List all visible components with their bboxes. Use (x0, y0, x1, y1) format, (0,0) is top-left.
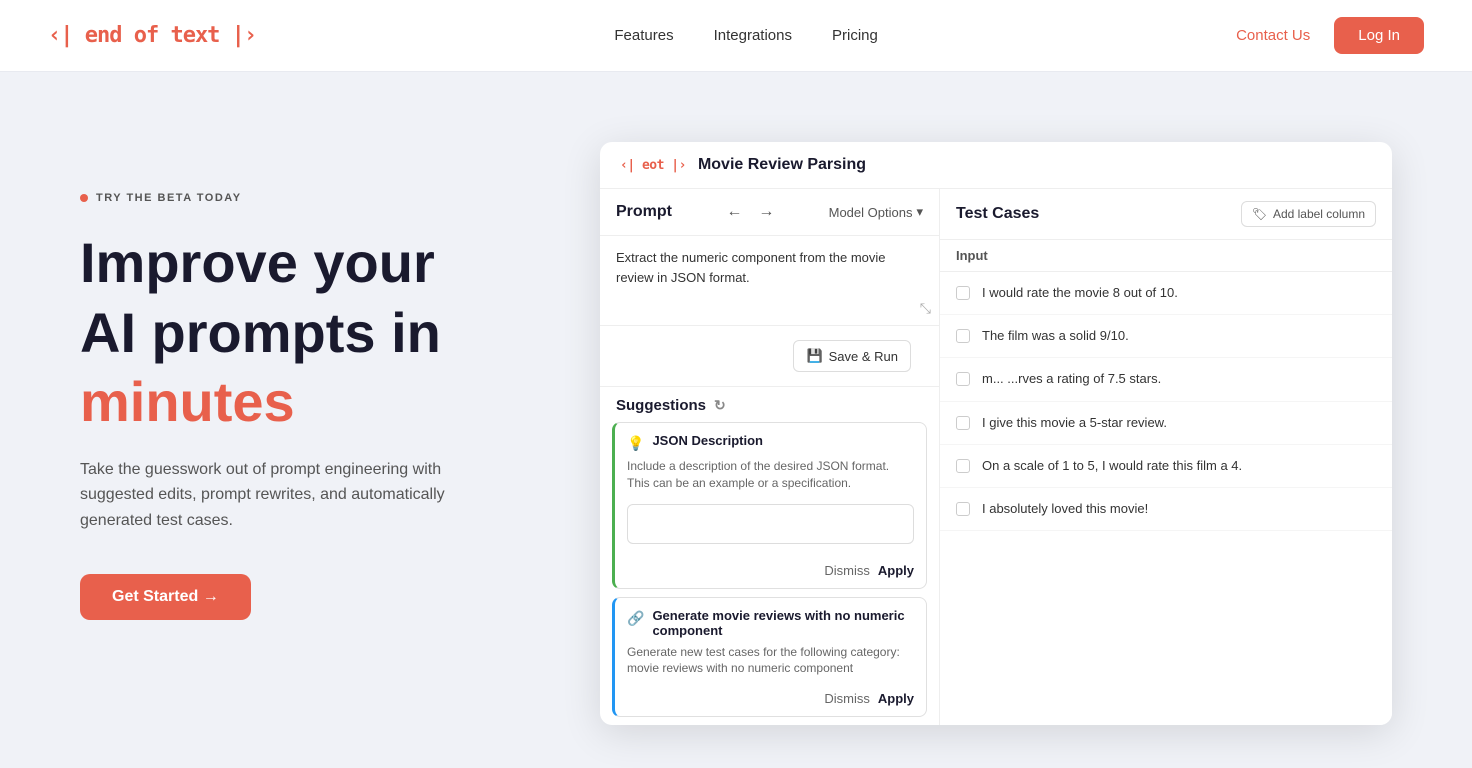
next-prompt-button[interactable]: → (754, 201, 778, 223)
prompt-nav: ← → (722, 201, 778, 223)
right-panel: Test Cases 🏷 Add label column Input I wo… (940, 189, 1392, 725)
hero-title: Improve your AI prompts in minutes (80, 232, 560, 433)
test-text-3: m... ...rves a rating of 7.5 stars. (982, 370, 1161, 388)
save-run-button[interactable]: 💾 Save & Run (793, 340, 911, 372)
model-options-button[interactable]: Model Options ▾ (829, 204, 923, 220)
expand-icon[interactable]: ⤡ (920, 300, 931, 317)
suggestion-json-desc: Include a description of the desired JSO… (615, 458, 926, 500)
test-text-6: I absolutely loved this movie! (982, 500, 1148, 518)
input-column-header: Input (940, 240, 1392, 272)
nav-link-features[interactable]: Features (614, 27, 673, 44)
test-cases-header: Test Cases 🏷 Add label column (940, 189, 1392, 240)
test-checkbox-2[interactable] (956, 329, 970, 343)
model-options-label: Model Options (829, 205, 913, 220)
prompt-header: Prompt ← → Model Options ▾ (600, 189, 939, 236)
suggestion-json-dismiss[interactable]: Dismiss (824, 563, 870, 578)
test-checkbox-4[interactable] (956, 416, 970, 430)
test-text-2: The film was a solid 9/10. (982, 327, 1129, 345)
hero-title-accent: minutes (80, 371, 560, 433)
table-row: On a scale of 1 to 5, I would rate this … (940, 445, 1392, 488)
save-run-label: Save & Run (829, 349, 898, 364)
suggestion-json-apply[interactable]: Apply (878, 563, 914, 578)
get-started-button[interactable]: Get Started → (80, 574, 251, 620)
test-cases-label: Test Cases (956, 205, 1039, 223)
login-button[interactable]: Log In (1334, 17, 1424, 54)
app-header: ‹| eot |› Movie Review Parsing (600, 142, 1392, 189)
hero-section: TRY THE BETA TODAY Improve your AI promp… (0, 72, 1472, 768)
suggestion-json-header: 💡 JSON Description (615, 423, 926, 458)
table-row: I would rate the movie 8 out of 10. (940, 272, 1392, 315)
hero-left: TRY THE BETA TODAY Improve your AI promp… (80, 132, 560, 620)
suggestion-generate-header: 🔗 Generate movie reviews with no numeric… (615, 598, 926, 644)
table-row: I give this movie a 5-star review. (940, 402, 1392, 445)
suggestion-json-title: JSON Description (652, 433, 763, 448)
beta-text: TRY THE BETA TODAY (96, 192, 242, 204)
app-logo-small: ‹| eot |› (620, 158, 686, 173)
suggestion-generate-actions: Dismiss Apply (615, 685, 926, 716)
suggestion-generate-apply[interactable]: Apply (878, 691, 914, 706)
prompt-area: Extract the numeric component from the m… (600, 236, 939, 326)
hero-subtitle: Take the guesswork out of prompt enginee… (80, 457, 500, 534)
beta-dot (80, 194, 88, 202)
hero-title-line1: Improve your (80, 232, 560, 294)
test-checkbox-5[interactable] (956, 459, 970, 473)
test-checkbox-1[interactable] (956, 286, 970, 300)
suggestion-generate-title: Generate movie reviews with no numeric c… (652, 608, 914, 638)
prompt-text: Extract the numeric component from the m… (616, 248, 923, 287)
suggestion-json-input[interactable] (627, 504, 914, 544)
tag-icon: 🏷 (1252, 207, 1267, 221)
suggestions-label: Suggestions (616, 397, 706, 414)
add-label-text: Add label column (1273, 207, 1365, 221)
nav-link-pricing[interactable]: Pricing (832, 27, 878, 44)
suggestion-card-json: 💡 JSON Description Include a description… (612, 422, 927, 589)
navbar: ‹| end of text |› Features Integrations … (0, 0, 1472, 72)
suggestions-header: Suggestions ↻ (600, 387, 939, 422)
link-icon: 🔗 (627, 610, 644, 627)
test-checkbox-6[interactable] (956, 502, 970, 516)
refresh-icon[interactable]: ↻ (714, 397, 726, 414)
table-row: I absolutely loved this movie! (940, 488, 1392, 531)
test-checkbox-3[interactable] (956, 372, 970, 386)
logo[interactable]: ‹| end of text |› (48, 23, 256, 48)
app-title: Movie Review Parsing (698, 156, 866, 174)
table-row: m... ...rves a rating of 7.5 stars. (940, 358, 1392, 401)
beta-badge: TRY THE BETA TODAY (80, 192, 560, 204)
test-text-4: I give this movie a 5-star review. (982, 414, 1167, 432)
save-icon: 💾 (806, 348, 822, 364)
add-label-column-button[interactable]: 🏷 Add label column (1241, 201, 1376, 227)
suggestion-json-actions: Dismiss Apply (615, 557, 926, 588)
hero-title-line2: AI prompts in (80, 302, 560, 364)
prompt-label: Prompt (616, 203, 672, 221)
left-panel: Prompt ← → Model Options ▾ Extract the n… (600, 189, 940, 725)
app-body: Prompt ← → Model Options ▾ Extract the n… (600, 189, 1392, 725)
suggestion-generate-desc: Generate new test cases for the followin… (615, 644, 926, 686)
test-text-1: I would rate the movie 8 out of 10. (982, 284, 1178, 302)
nav-link-integrations[interactable]: Integrations (714, 27, 792, 44)
app-preview: ‹| eot |› Movie Review Parsing Prompt ← … (600, 142, 1392, 725)
test-text-5: On a scale of 1 to 5, I would rate this … (982, 457, 1242, 475)
nav-right: Contact Us Log In (1236, 17, 1424, 54)
prev-prompt-button[interactable]: ← (722, 201, 746, 223)
table-row: The film was a solid 9/10. (940, 315, 1392, 358)
nav-links: Features Integrations Pricing (614, 27, 877, 44)
chevron-down-icon: ▾ (916, 204, 923, 220)
contact-us-link[interactable]: Contact Us (1236, 27, 1310, 44)
suggestion-generate-dismiss[interactable]: Dismiss (824, 691, 870, 706)
suggestion-card-generate: 🔗 Generate movie reviews with no numeric… (612, 597, 927, 718)
lightbulb-icon: 💡 (627, 435, 644, 452)
